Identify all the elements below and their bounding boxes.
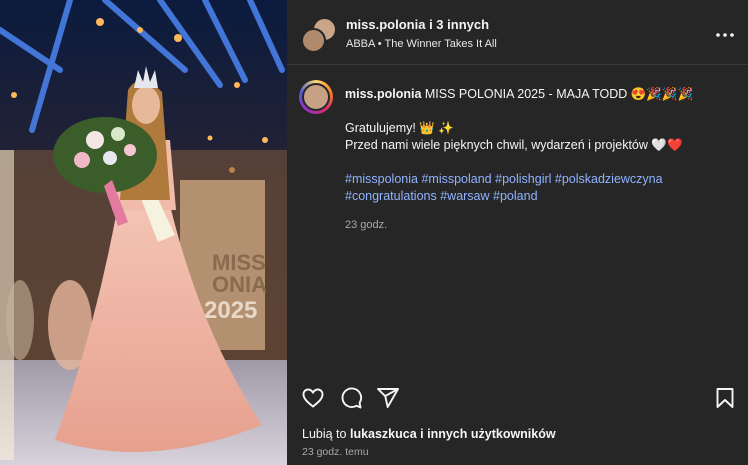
caption-avatar[interactable]	[299, 80, 333, 114]
hashtag[interactable]: #congratulations	[345, 189, 437, 203]
post-header: miss.polonia i 3 innych ABBA • The Winne…	[287, 0, 748, 65]
caption-username[interactable]: miss.polonia	[345, 87, 421, 101]
caption-line-2: Przed nami wiele pięknych chwil, wydarze…	[345, 138, 683, 152]
bookmark-icon[interactable]	[713, 386, 737, 410]
hashtags: #misspolonia #misspoland #polishgirl #po…	[345, 171, 735, 205]
likes-line: Lubią to lukaszkuca i innych użytkownikó…	[302, 427, 556, 441]
avatar	[301, 28, 326, 53]
caption-title: MISS POLONIA 2025 - MAJA TODD 😍🎉🎉🎉	[424, 87, 694, 101]
comment-icon[interactable]	[339, 386, 363, 410]
hashtag[interactable]: #polskadziewczyna	[555, 172, 663, 186]
hashtag[interactable]: #polishgirl	[495, 172, 551, 186]
likes-suffix[interactable]: i innych użytkowników	[417, 427, 555, 441]
caption-line-1: Gratulujemy! 👑 ✨	[345, 121, 454, 135]
music-label[interactable]: ABBA • The Winner Takes It All	[346, 38, 497, 50]
hashtag[interactable]: #warsaw	[440, 189, 489, 203]
photo-illustration: MISS ONIA 2025	[0, 0, 287, 465]
caption-text: miss.polonia MISS POLONIA 2025 - MAJA TO…	[345, 86, 735, 234]
post-viewer: MISS ONIA 2025 miss.polonia i 3 innych A…	[0, 0, 748, 465]
action-bar	[301, 386, 735, 410]
likes-user[interactable]: lukaszkuca	[350, 427, 417, 441]
author-username[interactable]: miss.polonia	[346, 17, 425, 32]
author-avatars[interactable]	[301, 17, 337, 53]
hashtag[interactable]: #poland	[493, 189, 538, 203]
likes-prefix: Lubią to	[302, 427, 350, 441]
hashtag[interactable]: #misspolonia	[345, 172, 418, 186]
share-icon[interactable]	[376, 386, 400, 410]
heart-icon[interactable]	[301, 386, 325, 410]
backdrop-year: 2025	[204, 297, 257, 324]
post-side-panel: miss.polonia i 3 innych ABBA • The Winne…	[287, 0, 748, 465]
more-icon[interactable]	[716, 24, 734, 42]
header-author: miss.polonia i 3 innych	[346, 17, 489, 32]
backdrop-text-2: ONIA	[212, 272, 267, 297]
post-photo[interactable]: MISS ONIA 2025	[0, 0, 287, 465]
caption-time[interactable]: 23 godz.	[345, 217, 735, 234]
posted-ago[interactable]: 23 godz. temu	[302, 446, 369, 458]
hashtag[interactable]: #misspoland	[421, 172, 491, 186]
coauthors-link[interactable]: i 3 innych	[425, 17, 489, 32]
